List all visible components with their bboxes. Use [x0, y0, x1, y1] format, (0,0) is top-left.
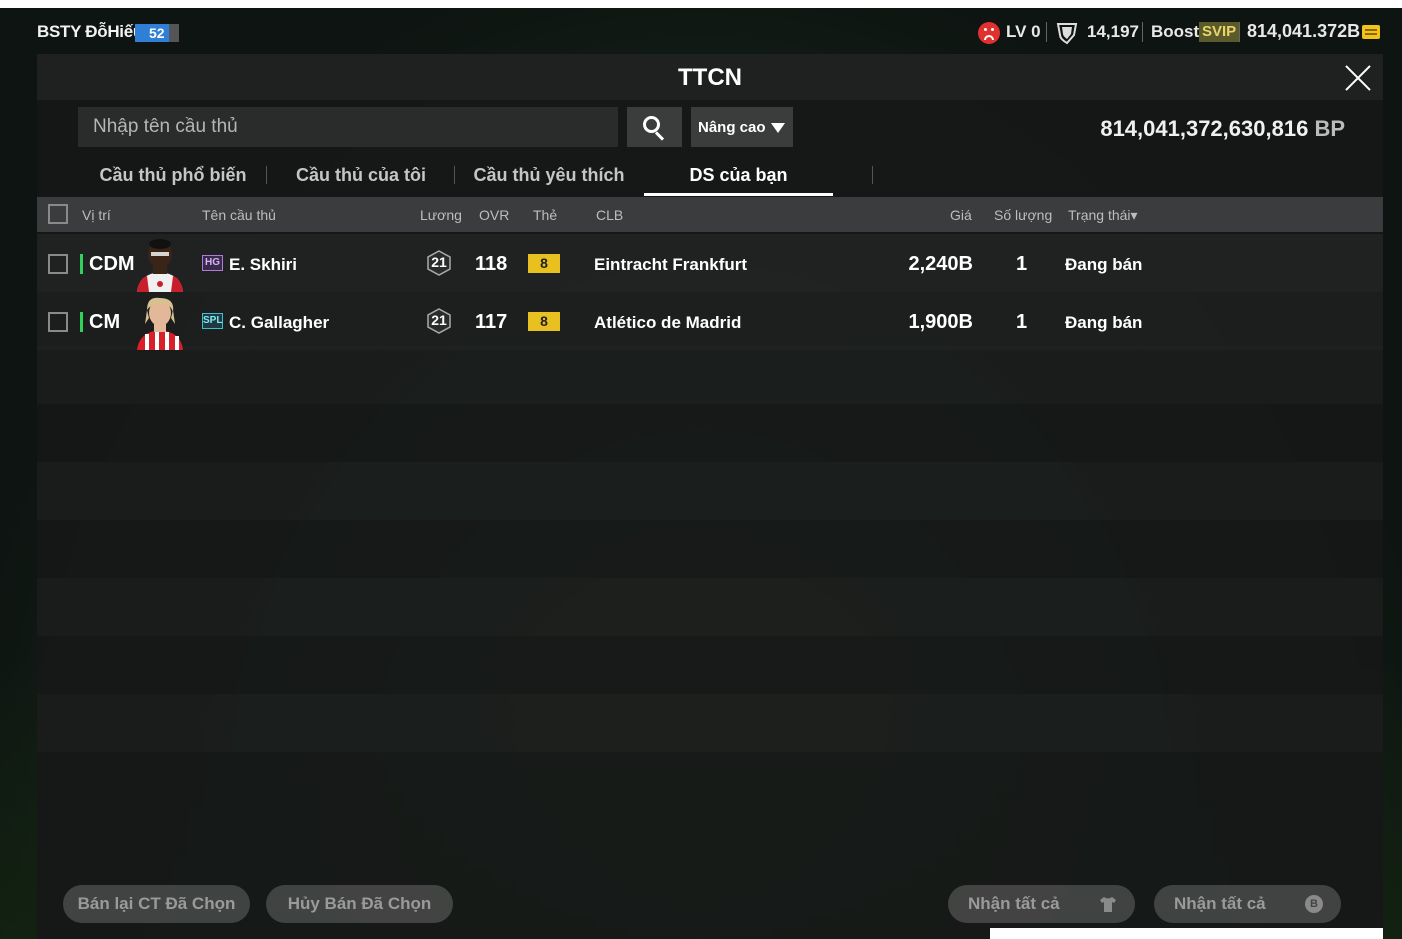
header-quantity[interactable]: Số lượng [994, 207, 1052, 223]
page-title: TTCN [678, 64, 742, 91]
row-checkbox[interactable] [48, 312, 68, 332]
header-price: Giá [950, 207, 972, 223]
player-name: C. Gallagher [229, 313, 330, 332]
player-salary: 21 [431, 312, 447, 328]
coin-icon: B [1305, 895, 1323, 913]
claim-all-label: Nhận tất cả [968, 894, 1060, 913]
player-salary: 21 [431, 254, 447, 270]
card-grade: 8 [528, 312, 560, 331]
divider [1239, 22, 1240, 42]
bottom-strip [990, 928, 1383, 939]
player-club: Atlético de Madrid [594, 313, 742, 332]
tab-your-list[interactable]: DS của bạn [644, 156, 833, 196]
top-strip [0, 0, 1402, 8]
player-position: CM [80, 312, 120, 332]
shield-icon [1056, 23, 1078, 45]
tab-my-players[interactable]: Cầu thủ của tôi [268, 156, 454, 196]
table-header: Vị trí Tên cầu thủ Lương OVR Thẻ CLB Giá… [37, 197, 1383, 232]
lv-text: LV 0 [1006, 22, 1041, 41]
resell-selected-button[interactable]: Bán lại CT Đã Chọn [63, 885, 250, 923]
header-club: CLB [596, 207, 624, 223]
player-ovr: 117 [475, 311, 508, 333]
search-input[interactable] [78, 107, 618, 147]
card-grade: 8 [528, 254, 560, 273]
player-status: Đang bán [1065, 255, 1143, 274]
divider [1142, 22, 1143, 42]
season-badge: HG [202, 255, 223, 271]
row-checkbox[interactable] [48, 254, 68, 274]
player-ovr: 118 [475, 253, 508, 275]
player-club: Eintracht Frankfurt [594, 255, 748, 274]
bp-balance-value: 814,041,372,630,816 [1100, 116, 1309, 141]
cancel-sale-selected-button[interactable]: Hủy Bán Đã Chọn [266, 885, 453, 923]
tab-divider [872, 166, 873, 184]
empty-rows-area [37, 346, 1383, 766]
bp-unit: BP [1314, 116, 1345, 141]
player-position: CDM [80, 254, 135, 274]
shirt-icon [1100, 897, 1116, 912]
advanced-label: Nâng cao [698, 119, 766, 136]
title-bar: TTCN [37, 54, 1383, 100]
player-name: E. Skhiri [229, 255, 298, 274]
player-price: 1,900B [908, 311, 974, 333]
player-quantity: 1 [1016, 311, 1028, 333]
svip-badge: SVIP [1199, 22, 1240, 42]
header-salary: Lương [420, 207, 462, 223]
table-row[interactable]: CDM HG E. Skhiri 21 118 8 Eintracht Fran… [37, 234, 1383, 292]
header-card: Thẻ [533, 207, 558, 223]
select-all-checkbox[interactable] [48, 204, 68, 224]
player-avatar [137, 239, 183, 292]
bp-short: 814,041.372B [1247, 21, 1361, 41]
table-row[interactable]: CM SPL C. Gallagher 21 117 8 Atlético de… [37, 292, 1383, 350]
header-position: Vị trí [82, 207, 111, 223]
tab-favorite-players[interactable]: Cầu thủ yêu thích [454, 156, 644, 196]
player-avatar [137, 297, 183, 350]
search-button[interactable] [627, 107, 682, 147]
username: BSTY ĐỗHiếu [37, 22, 143, 41]
header-name: Tên cầu thủ [202, 207, 276, 223]
search-icon [643, 116, 660, 133]
player-price: 2,240B [908, 253, 974, 275]
bp-balance: 814,041,372,630,816 BP [1100, 116, 1345, 142]
ticket-icon [1362, 25, 1380, 39]
coin-count: 14,197 [1087, 22, 1139, 41]
close-icon[interactable] [1343, 63, 1373, 93]
tab-popular-players[interactable]: Cầu thủ phổ biến [78, 156, 268, 196]
claim-all-label: Nhận tất cả [1174, 894, 1266, 913]
claim-all-players-button[interactable]: Nhận tất cả [948, 885, 1135, 923]
player-status: Đang bán [1065, 313, 1143, 332]
tab-divider [266, 166, 267, 184]
boost-label: Boost [1151, 22, 1200, 41]
header-ovr: OVR [479, 207, 510, 223]
player-quantity: 1 [1016, 253, 1028, 275]
sad-face-icon [978, 22, 1000, 44]
user-level-badge: 52 [135, 24, 179, 42]
transfer-panel: TTCN Nâng cao 814,041,372,630,816 BP Cầu… [37, 54, 1383, 939]
advanced-filter-button[interactable]: Nâng cao [691, 107, 793, 147]
divider [1046, 22, 1047, 42]
season-badge: SPL [202, 313, 223, 329]
status-bar: BSTY ĐỗHiếu 52 LV 0 14,197 Boost SVIP 81… [0, 8, 1402, 54]
claim-all-coins-button[interactable]: Nhận tất cả B [1154, 885, 1341, 923]
chevron-down-icon [771, 123, 785, 133]
header-status-sort[interactable]: Trạng thái▾ [1068, 207, 1138, 224]
tab-bar: Cầu thủ phổ biến Cầu thủ của tôi Cầu thủ… [78, 156, 873, 196]
